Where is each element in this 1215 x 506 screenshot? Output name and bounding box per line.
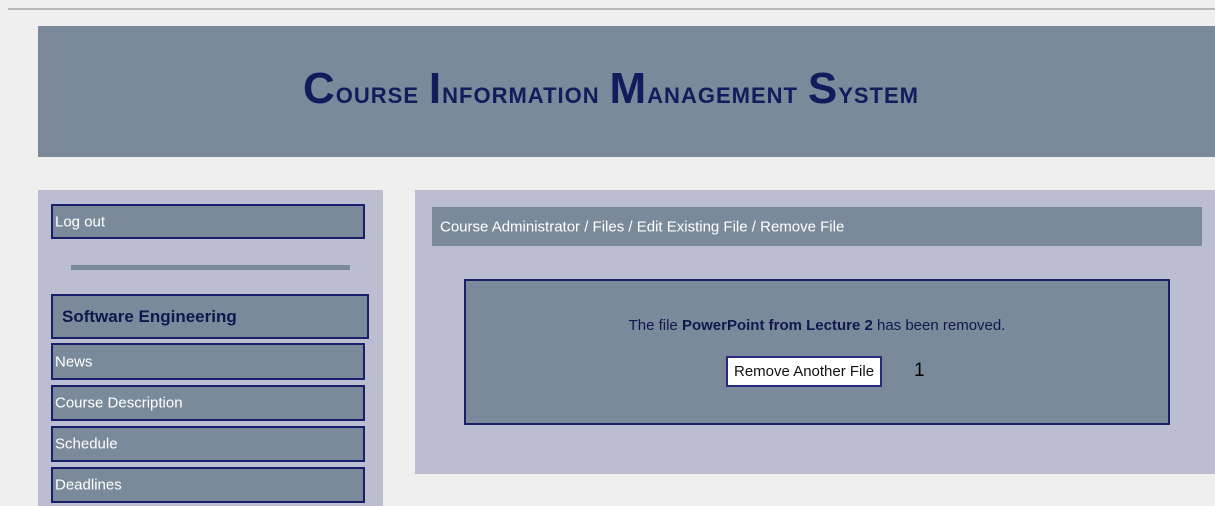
title-word-3-rest: anagement (647, 74, 798, 110)
title-word-1-initial: C (303, 64, 336, 113)
sidebar-item-schedule[interactable]: Schedule (51, 426, 365, 462)
breadcrumb-bar: Course Administrator / Files / Edit Exis… (432, 207, 1202, 246)
message-prefix: The file (628, 317, 682, 334)
title-word-2-initial: I (428, 64, 443, 113)
sidebar-item-label: Course Description (55, 394, 183, 412)
title-word-4-initial: S (807, 64, 839, 113)
title-word-4-rest: ystem (838, 74, 919, 110)
breadcrumb: Course Administrator / Files / Edit Exis… (440, 218, 845, 235)
sidebar-item-deadlines[interactable]: Deadlines (51, 467, 365, 503)
removed-file-name: PowerPoint from Lecture 2 (681, 317, 873, 334)
logout-link[interactable]: Log out (51, 204, 365, 239)
removal-message: The file PowerPoint from Lecture 2 has b… (466, 317, 1168, 334)
sidebar-item-label: Deadlines (55, 476, 122, 494)
sidebar-item-news[interactable]: News (51, 343, 365, 380)
message-suffix: has been removed. (872, 317, 1006, 334)
remove-another-file-button[interactable]: Remove Another File (726, 356, 883, 387)
title-word-2-rest: nformation (442, 74, 600, 110)
result-message-box: The file PowerPoint from Lecture 2 has b… (464, 279, 1170, 425)
sidebar-item-label: News (55, 353, 93, 370)
title-word-3-initial: M (609, 64, 648, 113)
logout-label: Log out (55, 213, 106, 230)
main-content: Course Administrator / Files / Edit Exis… (415, 190, 1215, 474)
course-section-header: Software Engineering (51, 294, 369, 339)
sidebar-item-label: Schedule (55, 435, 118, 453)
header-banner: Course Information Management System (38, 26, 1215, 157)
sidebar-divider (71, 265, 350, 270)
page-title: Course Information Management System (38, 64, 1184, 114)
button-annotation: 1 (914, 360, 925, 381)
sidebar-item-course-description[interactable]: Course Description (51, 385, 365, 421)
top-rule (8, 8, 1215, 10)
sidebar: Log out Software Engineering News Course… (38, 190, 383, 506)
title-word-1-rest: ourse (335, 74, 420, 110)
course-section-title: Software Engineering (62, 306, 237, 326)
